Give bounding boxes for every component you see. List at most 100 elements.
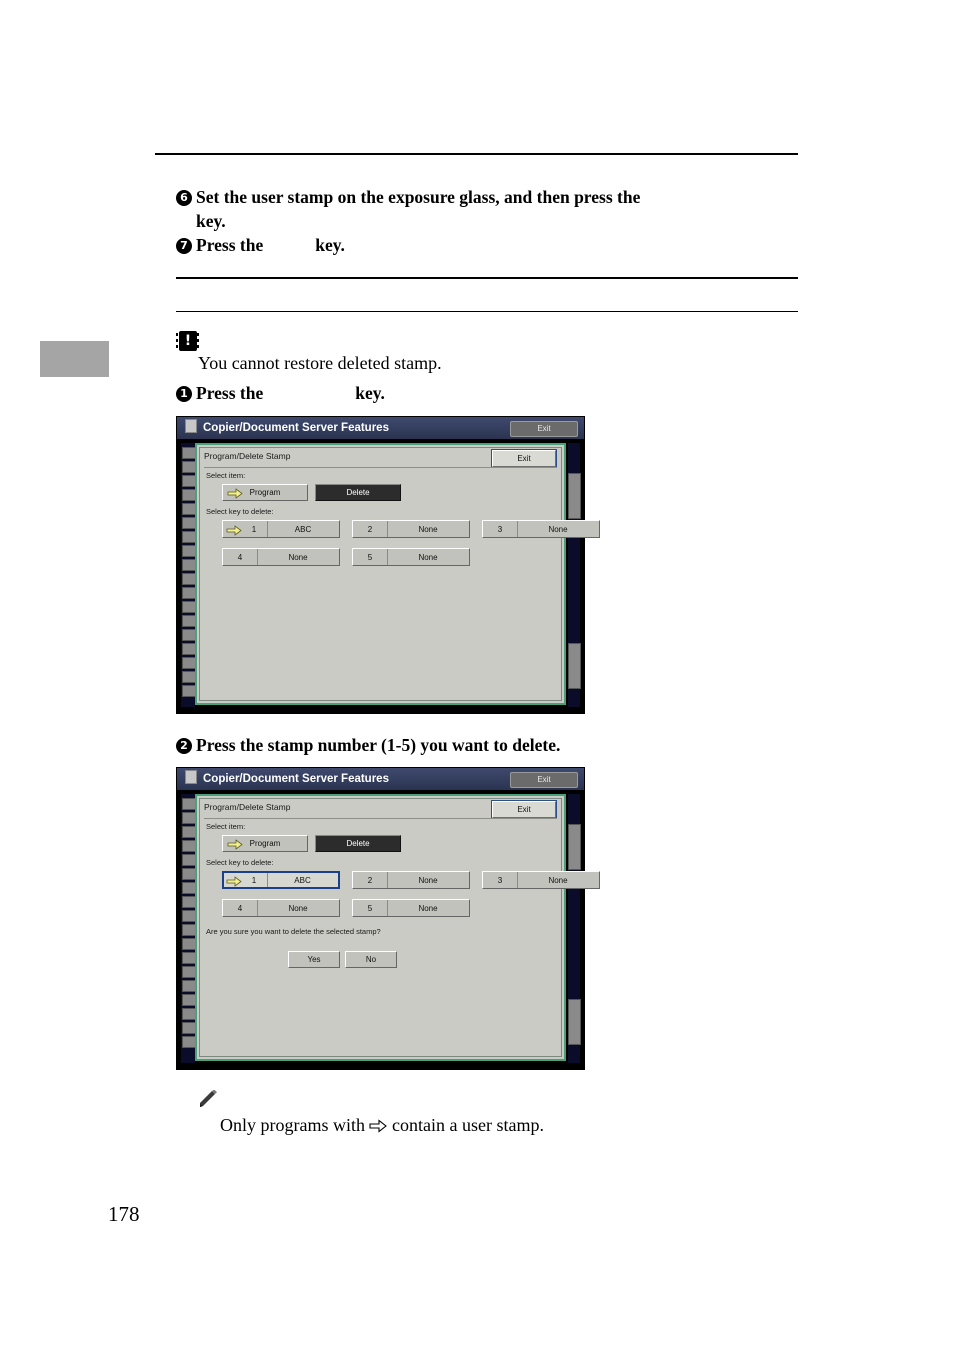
panel2-key-5[interactable]: 5 None (352, 899, 470, 917)
panel1-key-4[interactable]: 4 None (222, 548, 340, 566)
panel1-key-4-name: None (288, 553, 308, 562)
arrow-stamp-icon (369, 1119, 388, 1133)
panel1-key-2-name: None (418, 525, 438, 534)
step-6: 6 Set the user stamp on the exposure glas… (176, 186, 796, 233)
note-text-after: contain a user stamp. (391, 1115, 544, 1135)
panel1-key-3-num: 3 (483, 521, 518, 537)
panel2-screen-inner: Program/Delete Stamp Exit Select item: P… (199, 798, 600, 1057)
document-icon (185, 419, 197, 433)
panel1-right-rail (568, 443, 581, 707)
panel2-title: Copier/Document Server Features (203, 773, 389, 785)
panel1-key-5[interactable]: 5 None (352, 548, 470, 566)
panel2-confirm-text: Are you sure you want to delete the sele… (206, 927, 381, 936)
panel2-no-button[interactable]: No (345, 951, 397, 968)
panel1-key-4-num: 4 (223, 549, 258, 565)
panel2-key-2[interactable]: 2 None (352, 871, 470, 889)
important-text: You cannot restore deleted stamp. (198, 353, 442, 373)
panel2-select-item-label: Select item: (206, 822, 246, 831)
panel1-key-5-num: 5 (353, 549, 388, 565)
panel1-key-2-num: 2 (353, 521, 388, 537)
step-6-text-before: Set the user stamp on the exposure glass… (196, 187, 641, 207)
panel2-screen-title: Program/Delete Stamp (204, 802, 291, 812)
step-7: 7 Press the key. (176, 234, 796, 258)
panel1-left-rail (181, 443, 196, 707)
panel2-delete-label: Delete (346, 839, 370, 848)
panel2-divider-1 (204, 818, 557, 819)
lcd-panel-2: Copier/Document Server Features Exit Pro… (176, 767, 600, 1070)
panel1-key-2[interactable]: 2 None (352, 520, 470, 538)
panel1-delete-label: Delete (346, 488, 370, 497)
panel1-screen: Program/Delete Stamp Exit Select item: P… (195, 443, 600, 705)
step-6-marker: 6 (176, 190, 192, 206)
panel1-key-3[interactable]: 3 None (482, 520, 600, 538)
panel2-right-rail (568, 794, 581, 1063)
panel2-key-4[interactable]: 4 None (222, 899, 340, 917)
panel1-program-button[interactable]: Program (222, 484, 308, 501)
panel1-key-1-name: ABC (294, 525, 312, 534)
panel2-program-button[interactable]: Program (222, 835, 308, 852)
note-text: Only programs with contain a user stamp. (220, 1115, 544, 1136)
arrow-stamp-icon (227, 488, 243, 499)
horizontal-rule-middle (176, 277, 798, 279)
panel1-divider-1 (204, 467, 557, 468)
panel2-select-key-label: Select key to delete: (206, 858, 274, 867)
chapter-tab-marker (40, 341, 109, 377)
step-6-text-after: key. (196, 210, 226, 231)
lcd-panel-1: Copier/Document Server Features Exit Pro… (176, 416, 600, 714)
panel1-program-label: Program (249, 488, 281, 497)
panel2-key-4-name: None (288, 904, 308, 913)
panel2-program-label: Program (249, 839, 281, 848)
panel2-yes-button[interactable]: Yes (288, 951, 340, 968)
step-1-text-before: Press the (196, 383, 264, 403)
panel2-key-3-num: 3 (483, 872, 518, 888)
panel1-key-1-num: 1 (241, 521, 268, 537)
step-1-text-after: key. (355, 383, 385, 403)
arrow-stamp-icon (226, 525, 242, 536)
panel1-screen-inner: Program/Delete Stamp Exit Select item: P… (199, 447, 600, 701)
panel1-screen-exit-button[interactable]: Exit (492, 450, 556, 467)
panel2-key-2-num: 2 (353, 872, 388, 888)
arrow-stamp-icon (226, 876, 242, 887)
panel1-delete-button[interactable]: Delete (315, 484, 401, 501)
panel1-key-1[interactable]: 1 ABC (222, 520, 340, 538)
panel2-key-3[interactable]: 3 None (482, 871, 600, 889)
panel2-key-5-name: None (418, 904, 438, 913)
panel1-key-5-name: None (418, 553, 438, 562)
panel2-key-4-num: 4 (223, 900, 258, 916)
panel1-title: Copier/Document Server Features (203, 422, 389, 434)
important-glyph: ! (176, 331, 197, 351)
panel2-screen-exit-button[interactable]: Exit (492, 801, 556, 818)
panel2-screen: Program/Delete Stamp Exit Select item: P… (195, 794, 600, 1061)
step-2-marker: 2 (176, 738, 192, 754)
step-2-text: Press the stamp number (1-5) you want to… (196, 735, 561, 755)
page-number: 178 (108, 1202, 140, 1226)
step-1: 1 Press the key. (176, 382, 796, 406)
step-7-text-after: key. (315, 235, 345, 255)
panel2-delete-button[interactable]: Delete (315, 835, 401, 852)
panel2-key-5-num: 5 (353, 900, 388, 916)
horizontal-rule-top (155, 153, 798, 155)
horizontal-rule-middle-2 (176, 311, 798, 312)
step-7-text-before: Press the (196, 235, 264, 255)
panel1-exit-button[interactable]: Exit (510, 421, 578, 437)
panel2-exit-button[interactable]: Exit (510, 772, 578, 788)
panel2-left-rail (181, 794, 196, 1063)
step-2: 2 Press the stamp number (1-5) you want t… (176, 734, 796, 758)
document-icon (185, 770, 197, 784)
note-text-before: Only programs with (220, 1115, 365, 1135)
panel2-key-2-name: None (418, 876, 438, 885)
pencil-note-icon (200, 1090, 217, 1107)
panel2-key-1-name: ABC (294, 876, 311, 885)
panel2-key-3-name: None (548, 876, 568, 885)
panel1-select-item-label: Select item: (206, 471, 246, 480)
important-icon: ! (176, 328, 200, 354)
step-7-marker: 7 (176, 238, 192, 254)
panel1-screen-title: Program/Delete Stamp (204, 451, 291, 461)
panel1-select-key-label: Select key to delete: (206, 507, 274, 516)
arrow-stamp-icon (227, 839, 243, 850)
panel1-key-3-name: None (548, 525, 568, 534)
step-1-marker: 1 (176, 386, 192, 402)
panel2-key-1[interactable]: 1 ABC (222, 871, 340, 889)
document-page: 6 Set the user stamp on the exposure glas… (0, 0, 954, 1348)
panel2-key-1-num: 1 (241, 873, 268, 887)
